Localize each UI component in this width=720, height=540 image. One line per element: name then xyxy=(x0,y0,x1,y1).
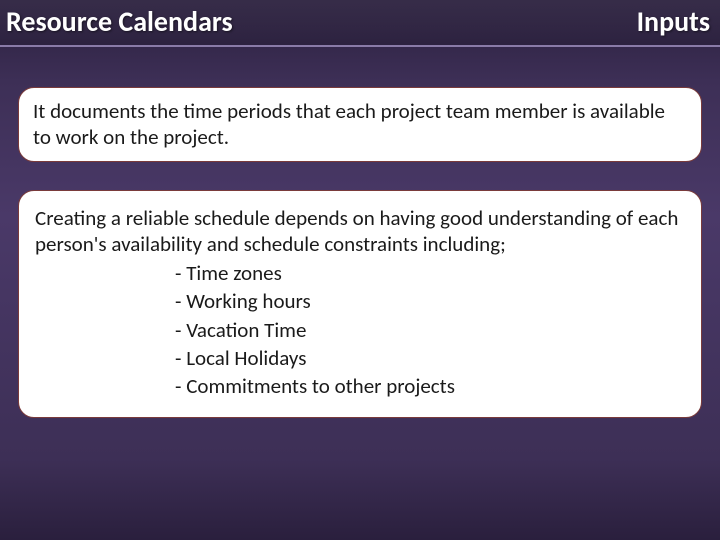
callout-text-1: It documents the time periods that each … xyxy=(33,98,665,150)
callout-box-1: It documents the time periods that each … xyxy=(18,87,702,162)
bullet-item: Time zones xyxy=(175,259,685,287)
callout-intro-2: Creating a reliable schedule depends on … xyxy=(35,205,685,258)
bullet-item: Local Holidays xyxy=(175,344,685,372)
slide-body: It documents the time periods that each … xyxy=(0,47,720,418)
slide-section-label: Inputs xyxy=(637,4,710,39)
bullet-item: Working hours xyxy=(175,287,685,315)
bullet-item: Vacation Time xyxy=(175,316,685,344)
bullet-item: Commitments to other projects xyxy=(175,372,685,400)
bullet-list: Time zones Working hours Vacation Time L… xyxy=(35,259,685,401)
slide-title: Resource Calendars xyxy=(6,4,233,39)
slide-header: Resource Calendars Inputs xyxy=(0,0,720,47)
callout-box-2: Creating a reliable schedule depends on … xyxy=(18,190,702,418)
